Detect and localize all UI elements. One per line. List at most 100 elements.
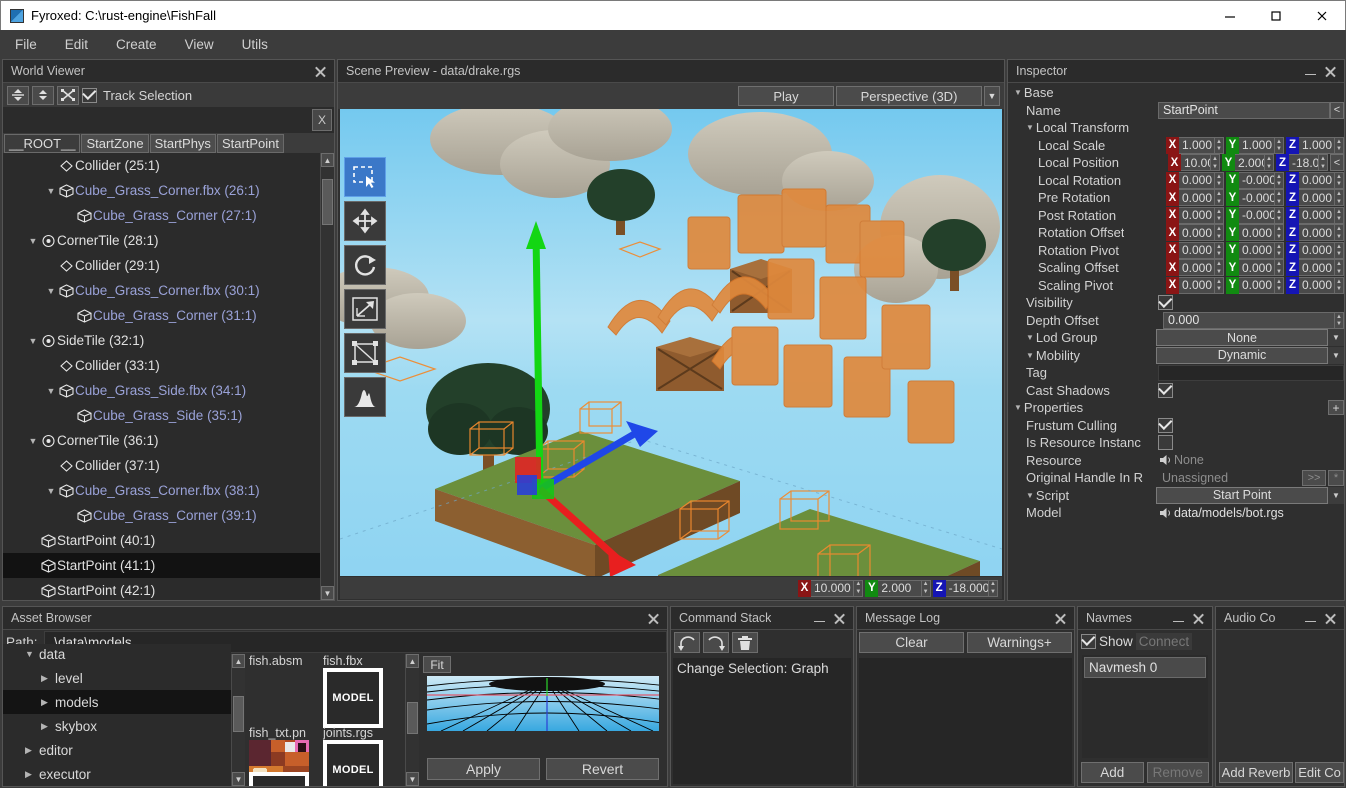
status-z-field[interactable]: -18.000	[945, 579, 989, 597]
vector-input[interactable]: X10.000▲▼Y2.000▲▼Z-18.000▲▼	[1168, 154, 1328, 172]
status-y-spinner[interactable]: ▲ ▼	[921, 579, 931, 597]
chevron-down-icon[interactable]: ▼	[45, 386, 57, 396]
folder-item[interactable]: ▼ data	[3, 644, 231, 666]
list-item[interactable]: Navmesh 0	[1084, 657, 1206, 678]
vector-z-field[interactable]: 0.000	[1299, 259, 1335, 277]
folder-item[interactable]: ▶ skybox	[3, 714, 231, 738]
message-log-close-button[interactable]	[1050, 608, 1070, 628]
status-y-field[interactable]: 2.000	[878, 579, 922, 597]
name-input[interactable]: StartPoint	[1158, 101, 1330, 119]
locate-selection-button[interactable]	[57, 85, 79, 105]
asset-thumbnail[interactable]	[249, 668, 309, 728]
tree-item[interactable]: ▼ SideTile (32:1)	[3, 328, 320, 353]
scroll-up-button[interactable]: ▲	[321, 153, 334, 167]
breadcrumb-item-root[interactable]: __ROOT__	[4, 133, 81, 153]
asset-tree-scrollbar[interactable]: ▲ ▼	[231, 654, 245, 786]
chevron-right-icon[interactable]: ▶	[41, 721, 55, 732]
frustum-culling-checkbox[interactable]	[1158, 417, 1173, 433]
audio-close-button[interactable]	[1320, 608, 1340, 628]
audio-minimize-button[interactable]	[1300, 608, 1320, 628]
chevron-down-icon[interactable]: ▼	[45, 286, 57, 296]
model-thumbnail[interactable]: MODEL	[323, 740, 383, 786]
scroll-thumb[interactable]	[407, 702, 418, 734]
vector-x-field[interactable]: 0.000	[1179, 224, 1215, 242]
vector-x-field[interactable]: 0.000	[1179, 206, 1215, 224]
is-resource-instance-checkbox[interactable]	[1158, 435, 1173, 451]
move-tool-icon[interactable]	[344, 201, 386, 241]
vector-input[interactable]: X 0.000 ▲ ▼ Y -0.000 ▲ ▼ Z 0.000 ▲ ▼	[1166, 189, 1344, 207]
fit-button[interactable]: Fit	[423, 656, 451, 673]
asset-item[interactable]: joints.rgs MODEL	[323, 726, 389, 786]
asset-preview-canvas[interactable]	[427, 676, 659, 731]
depth-offset-input[interactable]: 0.000	[1163, 311, 1335, 329]
chevron-right-icon[interactable]: ▶	[25, 745, 39, 756]
chevron-down-icon[interactable]: ▼	[27, 436, 39, 446]
redo-icon[interactable]	[703, 632, 729, 653]
folder-item[interactable]: ▶ editor	[3, 738, 231, 762]
visibility-checkbox[interactable]	[1158, 295, 1173, 311]
navmesh-tool-icon[interactable]	[344, 333, 386, 373]
tree-item[interactable]: ▼Cube_Grass_Corner (31:1)	[3, 303, 320, 328]
vector-z-spinner[interactable]: ▲ ▼	[1335, 189, 1344, 207]
name-revert-button[interactable]: <	[1330, 101, 1344, 119]
chevron-down-icon[interactable]: ▼	[45, 186, 57, 196]
chevron-down-icon[interactable]: ▼	[45, 486, 57, 496]
track-selection-checkbox[interactable]	[82, 87, 97, 103]
menu-utils[interactable]: Utils	[228, 33, 282, 56]
vector-z-field[interactable]: 0.000	[1299, 171, 1335, 189]
navmesh-add-button[interactable]: Add	[1081, 762, 1144, 783]
vector-y-spinner[interactable]: ▲ ▼	[1275, 224, 1284, 242]
scroll-down-button[interactable]: ▼	[232, 772, 245, 786]
vector-x-field[interactable]: 0.000	[1179, 259, 1215, 277]
chevron-down-icon[interactable]: ▼	[1026, 123, 1034, 132]
vector-y-field[interactable]: -0.000	[1239, 171, 1275, 189]
vector-y-spinner[interactable]: ▲ ▼	[1275, 241, 1284, 259]
depth-offset-spinner[interactable]: ▲ ▼	[1335, 311, 1344, 329]
vector-input[interactable]: X 0.000 ▲ ▼ Y 0.000 ▲ ▼ Z 0.000 ▲ ▼	[1166, 224, 1344, 242]
vector-y-spinner[interactable]: ▲ ▼	[1275, 171, 1284, 189]
scroll-down-button[interactable]: ▼	[406, 772, 419, 786]
vector-z-spinner[interactable]: ▲ ▼	[1335, 224, 1344, 242]
tree-item[interactable]: ▼ Cube_Grass_Corner.fbx (30:1)	[3, 278, 320, 303]
play-button[interactable]: Play	[738, 86, 834, 106]
scroll-up-button[interactable]: ▲	[232, 654, 245, 668]
inspector-minimize-button[interactable]	[1300, 61, 1320, 81]
asset-items-scrollbar[interactable]: ▲ ▼	[405, 654, 419, 786]
chevron-down-icon[interactable]: ▼	[1026, 351, 1034, 360]
status-x-field[interactable]: 10.000	[811, 579, 855, 597]
tree-item[interactable]: ▼ Cube_Grass_Corner.fbx (26:1)	[3, 178, 320, 203]
scene-viewport[interactable]	[340, 109, 1002, 576]
chevron-down-icon[interactable]: ▼	[984, 86, 1000, 106]
vector-input[interactable]: X 0.000 ▲ ▼ Y -0.000 ▲ ▼ Z 0.000 ▲ ▼	[1166, 206, 1344, 224]
scroll-up-button[interactable]: ▲	[406, 654, 419, 668]
vector-x-spinner[interactable]: ▲ ▼	[1215, 171, 1224, 189]
asset-browser-close-button[interactable]	[643, 608, 663, 628]
asset-item[interactable]: fish.absm	[249, 654, 315, 728]
inspector-close-button[interactable]	[1320, 61, 1340, 81]
cast-shadows-checkbox[interactable]	[1158, 382, 1173, 398]
folder-item[interactable]: ▶ executor	[3, 762, 231, 786]
vector-z-spinner[interactable]: ▲ ▼	[1335, 259, 1344, 277]
chevron-right-icon[interactable]: ▶	[41, 697, 55, 708]
projection-dropdown[interactable]: Perspective (3D)	[836, 86, 982, 106]
navmesh-minimize-button[interactable]	[1168, 608, 1188, 628]
tree-item[interactable]: ▼Cube_Grass_Corner (27:1)	[3, 203, 320, 228]
vector-z-field[interactable]: 0.000	[1299, 241, 1335, 259]
folder-item[interactable]: ▶ models	[3, 690, 231, 714]
vector-y-spinner[interactable]: ▲ ▼	[1265, 154, 1274, 172]
tag-input[interactable]	[1158, 364, 1344, 381]
mobility-dropdown[interactable]: Dynamic	[1156, 346, 1328, 364]
original-handle-star-button[interactable]: *	[1328, 469, 1344, 486]
chevron-down-icon[interactable]: ▼	[1026, 491, 1034, 500]
vector-y-field[interactable]: 1.000	[1239, 136, 1275, 154]
tree-item[interactable]: ▼Collider (37:1)	[3, 453, 320, 478]
vector-x-field[interactable]: 0.000	[1179, 241, 1215, 259]
vector-y-field[interactable]: 0.000	[1239, 276, 1275, 294]
folder-item[interactable]: ▶ level	[3, 666, 231, 690]
severity-filter-button[interactable]: Warnings+	[967, 632, 1072, 653]
vector-z-field[interactable]: 0.000	[1299, 189, 1335, 207]
vector-x-field[interactable]: 0.000	[1179, 276, 1215, 294]
model-value[interactable]: data/models/bot.rgs	[1174, 506, 1284, 520]
list-item[interactable]: Change Selection: Graph	[673, 658, 851, 679]
message-log-list[interactable]	[859, 658, 1072, 784]
